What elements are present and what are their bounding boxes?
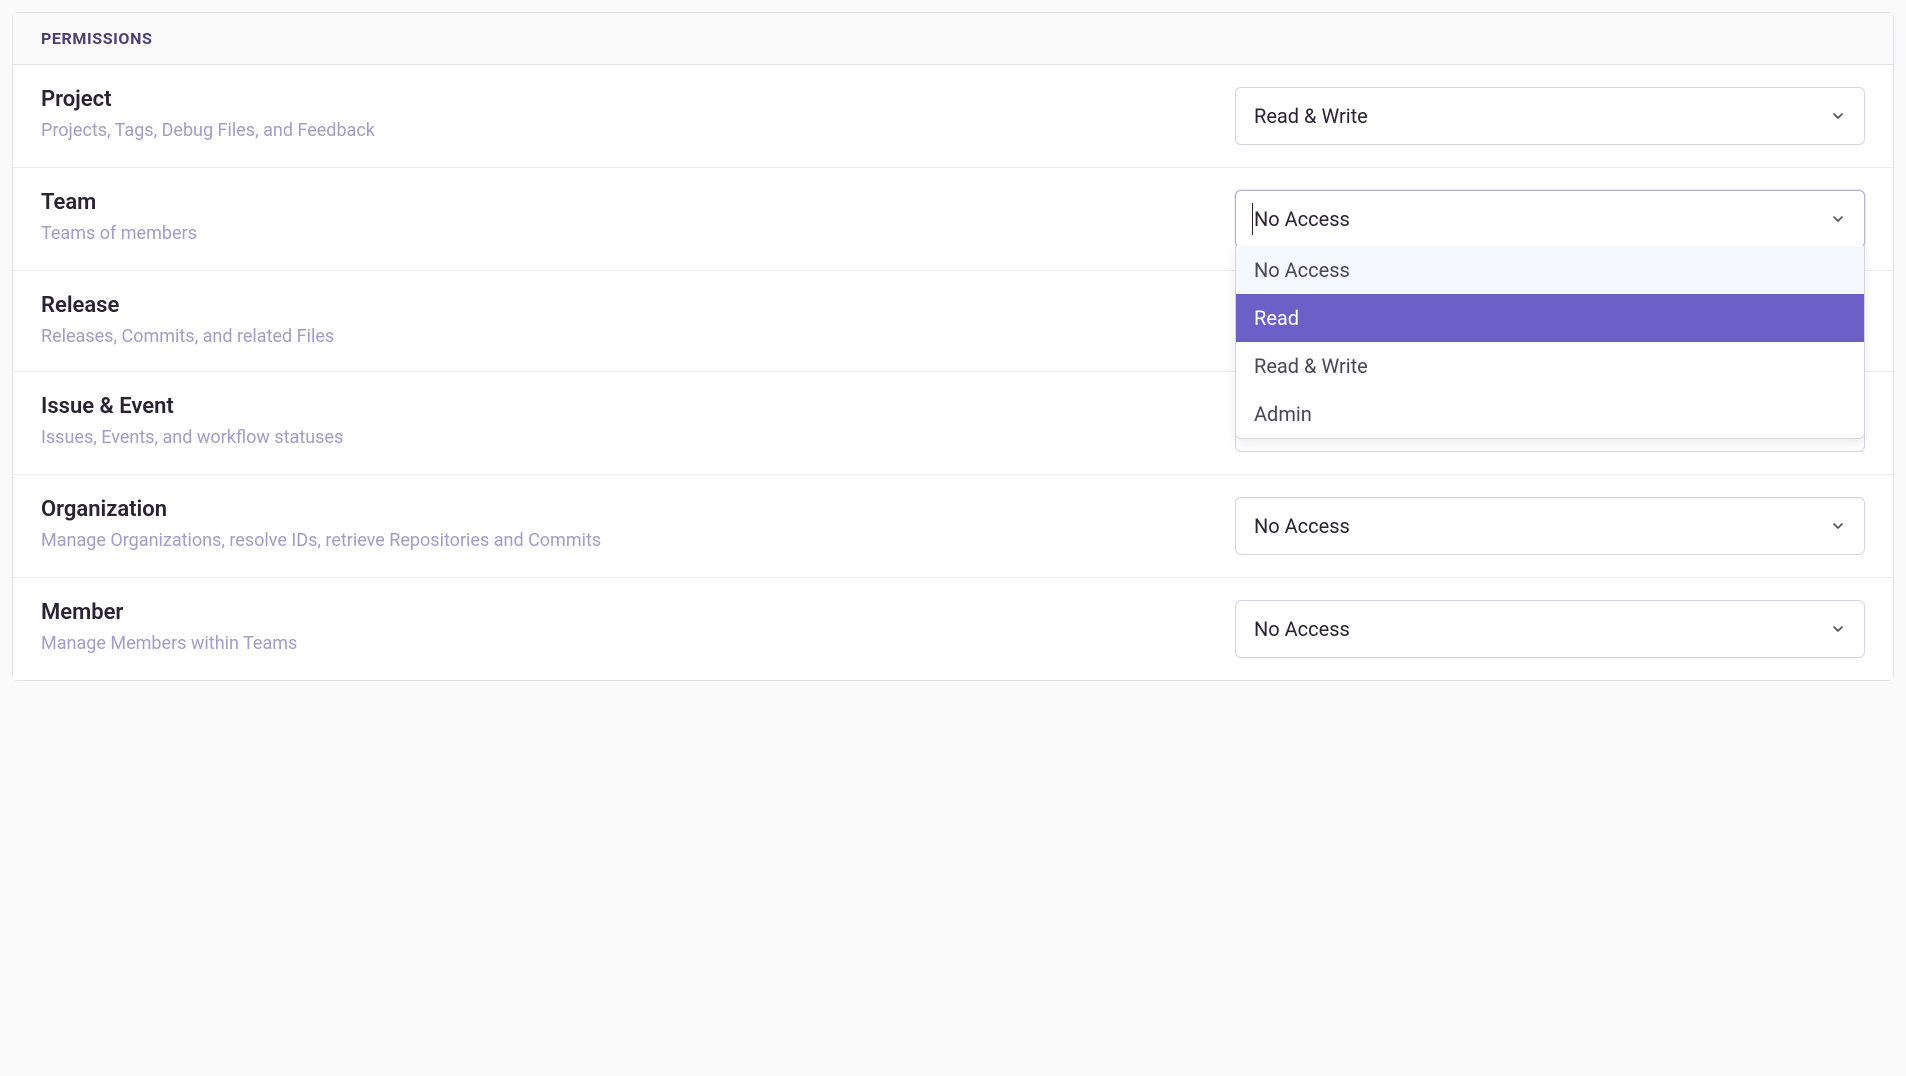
row-desc-team: Teams of members [41, 221, 1211, 246]
row-desc-member: Manage Members within Teams [41, 631, 1211, 656]
permission-row-organization: Organization Manage Organizations, resol… [13, 475, 1893, 578]
row-desc-release: Releases, Commits, and related Files [41, 324, 1211, 349]
chevron-down-icon [1830, 518, 1846, 534]
row-desc-project: Projects, Tags, Debug Files, and Feedbac… [41, 118, 1211, 143]
dropdown-option-no-access[interactable]: No Access [1236, 246, 1864, 294]
select-value: No Access [1254, 617, 1350, 641]
panel-header: PERMISSIONS [13, 13, 1893, 65]
row-title-organization: Organization [41, 497, 1211, 522]
row-title-member: Member [41, 600, 1211, 625]
row-title-release: Release [41, 293, 1211, 318]
row-desc-organization: Manage Organizations, resolve IDs, retri… [41, 528, 1211, 553]
permission-row-member: Member Manage Members within Teams No Ac… [13, 578, 1893, 680]
permission-row-team: Team Teams of members No Access No Acces… [13, 168, 1893, 271]
select-value: No Access [1254, 514, 1350, 538]
chevron-down-icon [1830, 621, 1846, 637]
row-desc-issue-event: Issues, Events, and workflow statuses [41, 425, 1211, 450]
dropdown-option-read-write[interactable]: Read & Write [1236, 342, 1864, 390]
member-permission-select[interactable]: No Access [1235, 600, 1865, 658]
organization-permission-select[interactable]: No Access [1235, 497, 1865, 555]
team-permission-dropdown: No Access Read Read & Write Admin [1235, 246, 1865, 439]
project-permission-select[interactable]: Read & Write [1235, 87, 1865, 145]
row-title-project: Project [41, 87, 1211, 112]
row-title-team: Team [41, 190, 1211, 215]
row-title-issue-event: Issue & Event [41, 394, 1211, 419]
permission-row-project: Project Projects, Tags, Debug Files, and… [13, 65, 1893, 168]
chevron-down-icon [1830, 108, 1846, 124]
team-permission-select[interactable]: No Access [1235, 190, 1865, 248]
select-value: Read & Write [1254, 104, 1368, 128]
dropdown-option-admin[interactable]: Admin [1236, 390, 1864, 438]
permissions-panel: PERMISSIONS Project Projects, Tags, Debu… [12, 12, 1894, 681]
select-value: No Access [1254, 207, 1350, 231]
chevron-down-icon [1830, 211, 1846, 227]
dropdown-option-read[interactable]: Read [1236, 294, 1864, 342]
panel-title: PERMISSIONS [41, 29, 1865, 48]
